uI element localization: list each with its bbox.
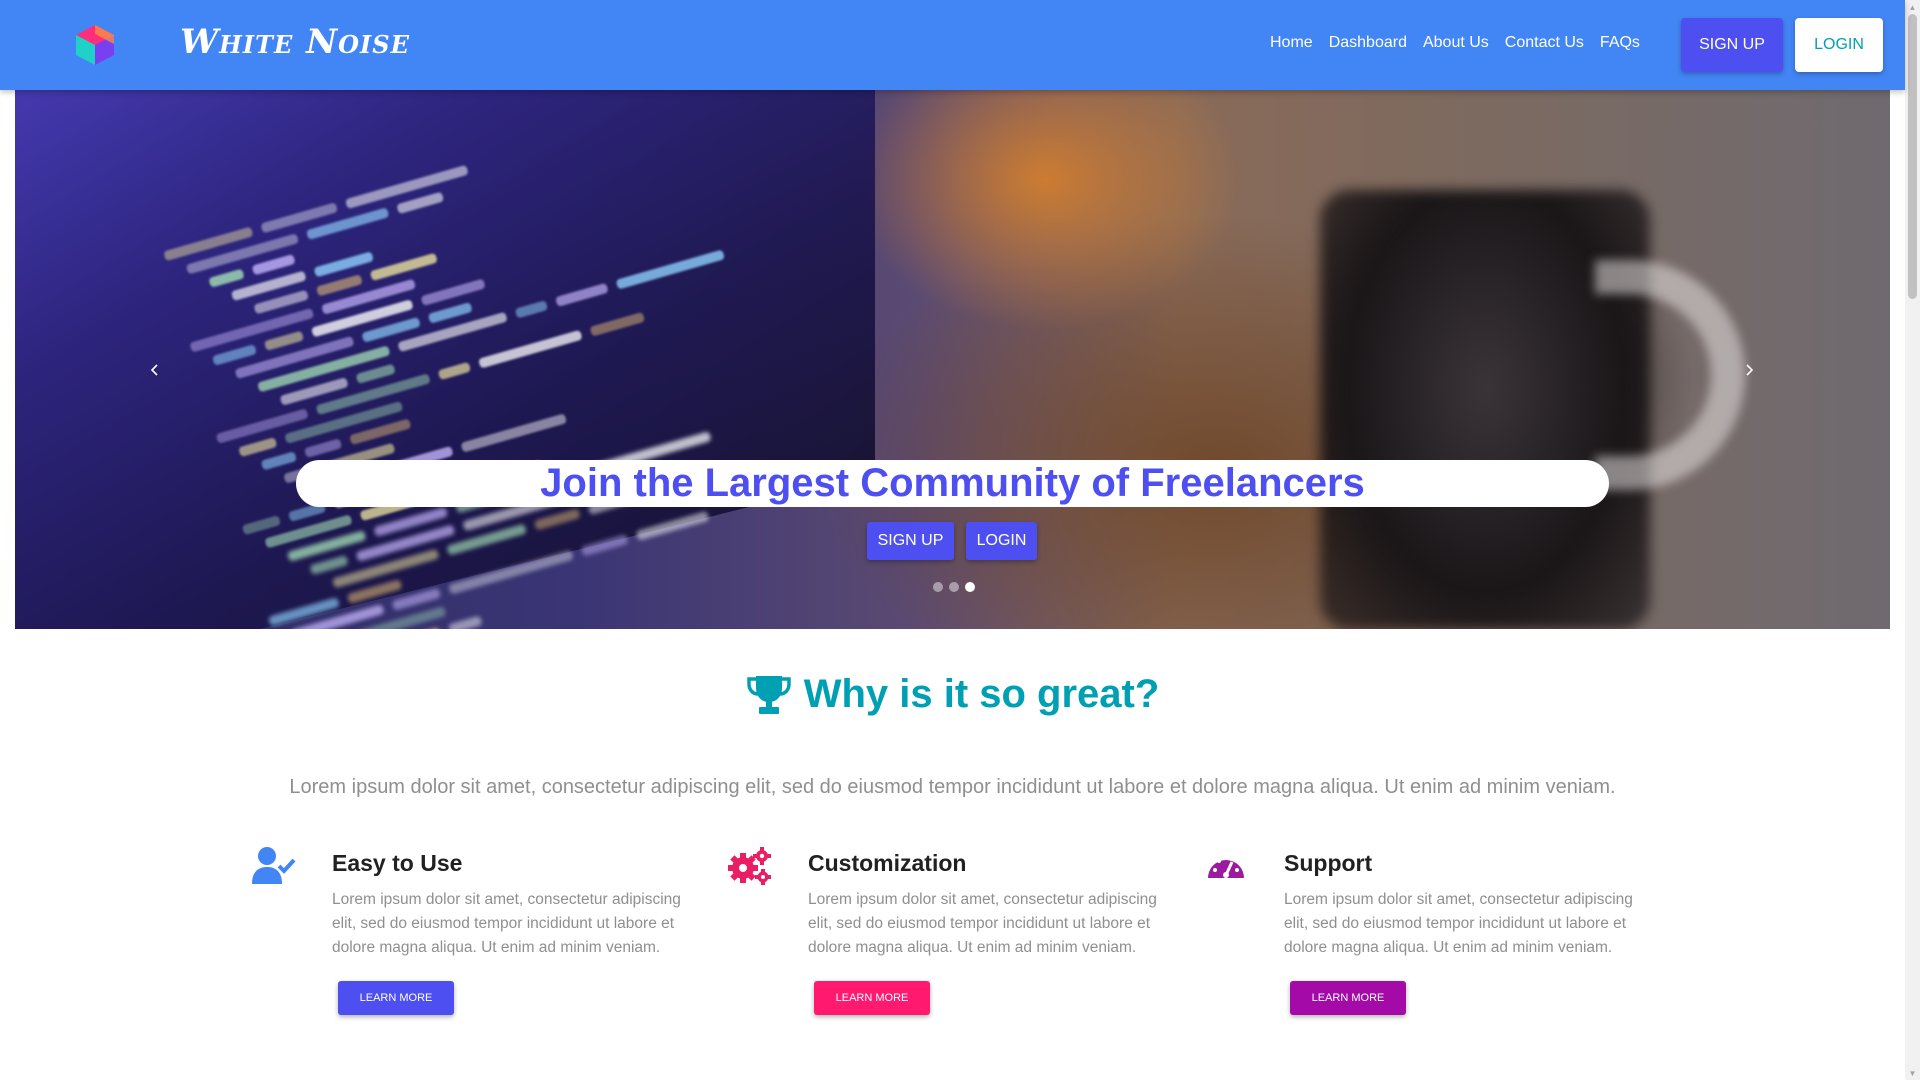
page-scrollbar[interactable]: ▲ ▼ [1905, 0, 1920, 1080]
carousel-indicator-3[interactable] [965, 582, 975, 592]
code-line-segment [208, 268, 245, 288]
trophy-icon [746, 675, 791, 714]
learn-more-button[interactable]: LEARN MORE [814, 981, 930, 1015]
nav-signup-button[interactable]: SIGN UP [1681, 18, 1783, 72]
feature-title: Customization [808, 850, 967, 876]
mug-handle-image [1595, 260, 1745, 490]
nav-link-faqs[interactable]: FAQs [1600, 34, 1640, 52]
carousel-indicators [933, 582, 975, 592]
nav-link-contact-us[interactable]: Contact Us [1505, 34, 1584, 52]
code-line-segment [313, 251, 374, 278]
feature-title: Support [1284, 850, 1373, 876]
code-line-segment [635, 510, 710, 541]
hero-title: Join the Largest Community of Freelancer… [540, 461, 1365, 505]
code-line-segment [460, 413, 568, 453]
nav-links: Home Dashboard About Us Contact Us FAQs [1270, 34, 1640, 52]
code-line-segment [309, 554, 349, 576]
nav-login-button[interactable]: LOGIN [1795, 18, 1883, 72]
carousel-next-button[interactable] [1729, 350, 1769, 390]
code-line-segment [355, 524, 456, 562]
code-line-segment [391, 587, 442, 611]
feature-text: Lorem ipsum dolor sit amet, consectetur … [1284, 891, 1633, 956]
hero-login-button[interactable]: LOGIN [966, 522, 1037, 560]
scroll-down-icon[interactable]: ▼ [1905, 1066, 1920, 1080]
features-title: Why is it so great? [803, 672, 1160, 716]
code-line-segment [420, 278, 486, 307]
code-line-segment [369, 252, 438, 282]
gauge-icon [1208, 856, 1244, 878]
gears-icon [728, 847, 771, 885]
code-line-segment [263, 330, 305, 351]
hero-signup-button[interactable]: SIGN UP [867, 522, 954, 560]
feature-easy-to-use: Easy to Use Lorem ipsum dolor sit amet, … [252, 846, 692, 1016]
nav-link-dashboard[interactable]: Dashboard [1329, 34, 1407, 52]
learn-more-button[interactable]: LEARN MORE [338, 981, 454, 1015]
code-line-segment [260, 451, 298, 471]
carousel-indicator-1[interactable] [933, 582, 943, 592]
scroll-thumb[interactable] [1908, 14, 1917, 299]
features-description: Lorem ipsum dolor sit amet, consectetur … [289, 776, 1616, 798]
hero-carousel: Join the Largest Community of Freelancer… [15, 90, 1890, 629]
code-line-segment [238, 437, 278, 458]
brand-name[interactable]: White Noise [180, 22, 410, 62]
cube-logo-icon[interactable] [72, 22, 118, 68]
carousel-indicator-2[interactable] [949, 582, 959, 592]
chevron-right-icon [1746, 364, 1754, 376]
code-line-segment [355, 363, 396, 384]
code-line-segment [211, 344, 258, 366]
feature-support: Support Lorem ipsum dolor sit amet, cons… [1204, 846, 1644, 1016]
code-line-segment [448, 549, 574, 595]
code-line-segment [437, 361, 472, 381]
code-line-segment [615, 249, 726, 290]
scroll-up-icon[interactable]: ▲ [1905, 0, 1920, 14]
user-check-icon [252, 847, 296, 884]
feature-text: Lorem ipsum dolor sit amet, consectetur … [808, 891, 1157, 956]
code-line-segment [448, 615, 483, 629]
code-line-segment [533, 508, 581, 531]
code-line-segment [446, 523, 527, 556]
code-line-segment [580, 533, 629, 557]
navbar: White Noise Home Dashboard About Us Cont… [0, 0, 1905, 90]
feature-text: Lorem ipsum dolor sit amet, consectetur … [332, 891, 681, 956]
code-line-segment [315, 274, 363, 297]
code-line-segment [303, 438, 343, 459]
code-line-segment [478, 329, 583, 369]
code-line-segment [589, 311, 646, 337]
code-line-segment [427, 301, 473, 324]
nav-link-home[interactable]: Home [1270, 34, 1313, 52]
feature-customization: Customization Lorem ipsum dolor sit amet… [728, 846, 1168, 1016]
code-line-segment [251, 253, 296, 276]
learn-more-button[interactable]: LEARN MORE [1290, 981, 1406, 1015]
feature-title: Easy to Use [332, 850, 463, 876]
code-line-segment [241, 515, 282, 536]
features-heading: Why is it so great? [0, 672, 1905, 717]
code-line-segment [555, 282, 609, 307]
nav-link-about-us[interactable]: About Us [1423, 34, 1489, 52]
code-line-segment [514, 300, 549, 319]
code-line-segment [396, 191, 445, 215]
hero-title-banner: Join the Largest Community of Freelancer… [296, 460, 1609, 507]
carousel-prev-button[interactable] [135, 350, 175, 390]
chevron-left-icon [150, 364, 158, 376]
